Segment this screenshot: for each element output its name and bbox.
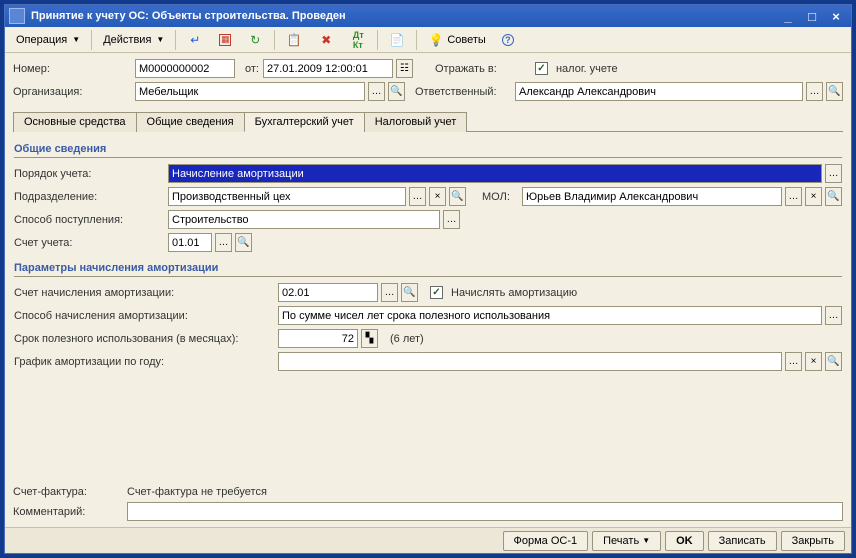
order-label: Порядок учета: bbox=[14, 168, 164, 180]
do-amort-checkbox[interactable]: ✓ bbox=[430, 286, 443, 299]
amort-acc-input[interactable]: 02.01 bbox=[278, 283, 378, 302]
mol-clear-btn[interactable]: × bbox=[805, 187, 822, 206]
from-label: от: bbox=[245, 63, 259, 75]
org-label: Организация: bbox=[13, 86, 131, 98]
org-select-btn[interactable]: … bbox=[368, 82, 385, 101]
order-select-btn[interactable]: … bbox=[825, 164, 842, 183]
window-title: Принятие к учету ОС: Объекты строительст… bbox=[31, 10, 777, 22]
account-label: Счет учета: bbox=[14, 237, 164, 249]
dtkt-icon[interactable]: ДтКт bbox=[343, 30, 373, 50]
tabs: Основные средства Общие сведения Бухгалт… bbox=[13, 111, 843, 132]
number-label: Номер: bbox=[13, 63, 131, 75]
method-label: Способ начисления амортизации: bbox=[14, 310, 274, 322]
schedule-clear-btn[interactable]: × bbox=[805, 352, 822, 371]
refresh-icon[interactable]: ↻ bbox=[240, 30, 270, 50]
tips-button[interactable]: 💡Советы bbox=[421, 30, 492, 50]
order-input[interactable]: Начисление амортизации bbox=[168, 164, 822, 183]
schedule-input[interactable] bbox=[278, 352, 782, 371]
doc-icon[interactable]: ▦ bbox=[212, 30, 238, 50]
subdiv-input[interactable]: Производственный цех bbox=[168, 187, 406, 206]
app-icon bbox=[9, 8, 25, 24]
subdiv-label: Подразделение: bbox=[14, 191, 164, 203]
section-amort-title: Параметры начисления амортизации bbox=[14, 258, 842, 277]
help-icon[interactable]: ? bbox=[495, 30, 521, 50]
responsible-search-icon[interactable]: 🔍 bbox=[826, 82, 843, 101]
do-amort-label: Начислять амортизацию bbox=[451, 287, 577, 299]
save-button[interactable]: Записать bbox=[708, 531, 777, 551]
section-general-title: Общие сведения bbox=[14, 139, 842, 158]
schedule-select-btn[interactable]: … bbox=[785, 352, 802, 371]
comment-input[interactable] bbox=[127, 502, 843, 521]
reflect-label: Отражать в: bbox=[435, 63, 531, 75]
account-input[interactable]: 01.01 bbox=[168, 233, 212, 252]
post-icon[interactable]: 📋 bbox=[279, 30, 309, 50]
tab-tax[interactable]: Налоговый учет bbox=[364, 112, 468, 132]
responsible-select-btn[interactable]: … bbox=[806, 82, 823, 101]
term-years: (6 лет) bbox=[390, 333, 424, 345]
schedule-label: График амортизации по году: bbox=[14, 356, 274, 368]
invoice-value: Счет-фактура не требуется bbox=[127, 486, 267, 498]
amort-acc-label: Счет начисления амортизации: bbox=[14, 287, 274, 299]
tab-accounting[interactable]: Бухгалтерский учет bbox=[244, 112, 365, 132]
actions-menu[interactable]: Действия▼ bbox=[96, 30, 171, 50]
operation-menu[interactable]: Операция▼ bbox=[9, 30, 87, 50]
account-select-btn[interactable]: … bbox=[215, 233, 232, 252]
schedule-search-icon[interactable]: 🔍 bbox=[825, 352, 842, 371]
receipt-label: Способ поступления: bbox=[14, 214, 164, 226]
form-os1-button[interactable]: Форма ОС-1 bbox=[503, 531, 589, 551]
term-stepper[interactable]: ▚ bbox=[361, 329, 378, 348]
tax-checkbox[interactable]: ✓ bbox=[535, 62, 548, 75]
comment-label: Комментарий: bbox=[13, 506, 123, 518]
tab-general[interactable]: Общие сведения bbox=[136, 112, 245, 132]
number-input[interactable]: М0000000002 bbox=[135, 59, 235, 78]
amort-acc-search-icon[interactable]: 🔍 bbox=[401, 283, 418, 302]
date-input[interactable]: 27.01.2009 12:00:01 bbox=[263, 59, 393, 78]
toolbar: Операция▼ Действия▼ ↵ ▦ ↻ 📋 ✖ ДтКт 📄 💡Со… bbox=[5, 27, 851, 53]
amort-acc-select-btn[interactable]: … bbox=[381, 283, 398, 302]
responsible-input[interactable]: Александр Александрович bbox=[515, 82, 803, 101]
account-search-icon[interactable]: 🔍 bbox=[235, 233, 252, 252]
tab-fixed-assets[interactable]: Основные средства bbox=[13, 112, 137, 132]
ok-button[interactable]: OK bbox=[665, 531, 704, 551]
method-select-btn[interactable]: … bbox=[825, 306, 842, 325]
close-window-button[interactable]: Закрыть bbox=[781, 531, 845, 551]
footer: Форма ОС-1 Печать▼ OK Записать Закрыть bbox=[5, 527, 851, 553]
titlebar: Принятие к учету ОС: Объекты строительст… bbox=[5, 5, 851, 27]
term-label: Срок полезного использования (в месяцах)… bbox=[14, 333, 274, 345]
calendar-icon[interactable]: ☷ bbox=[396, 59, 413, 78]
print-button[interactable]: Печать▼ bbox=[592, 531, 661, 551]
tax-label: налог. учете bbox=[556, 63, 618, 75]
org-search-icon[interactable]: 🔍 bbox=[388, 82, 405, 101]
mol-input[interactable]: Юрьев Владимир Александрович bbox=[522, 187, 782, 206]
responsible-label: Ответственный: bbox=[415, 86, 511, 98]
invoice-label: Счет-фактура: bbox=[13, 486, 123, 498]
back-icon[interactable]: ↵ bbox=[180, 30, 210, 50]
subdiv-clear-btn[interactable]: × bbox=[429, 187, 446, 206]
report-icon[interactable]: 📄 bbox=[382, 30, 412, 50]
mol-label: МОЛ: bbox=[482, 191, 518, 203]
receipt-input[interactable]: Строительство bbox=[168, 210, 440, 229]
minimize-button[interactable]: _ bbox=[777, 7, 799, 25]
maximize-button[interactable]: □ bbox=[801, 7, 823, 25]
mol-select-btn[interactable]: … bbox=[785, 187, 802, 206]
mol-search-icon[interactable]: 🔍 bbox=[825, 187, 842, 206]
receipt-select-btn[interactable]: … bbox=[443, 210, 460, 229]
subdiv-select-btn[interactable]: … bbox=[409, 187, 426, 206]
method-input[interactable]: По сумме чисел лет срока полезного испол… bbox=[278, 306, 822, 325]
org-input[interactable]: Мебельщик bbox=[135, 82, 365, 101]
unpost-icon[interactable]: ✖ bbox=[311, 30, 341, 50]
term-input[interactable]: 72 bbox=[278, 329, 358, 348]
close-button[interactable]: × bbox=[825, 7, 847, 25]
subdiv-search-icon[interactable]: 🔍 bbox=[449, 187, 466, 206]
